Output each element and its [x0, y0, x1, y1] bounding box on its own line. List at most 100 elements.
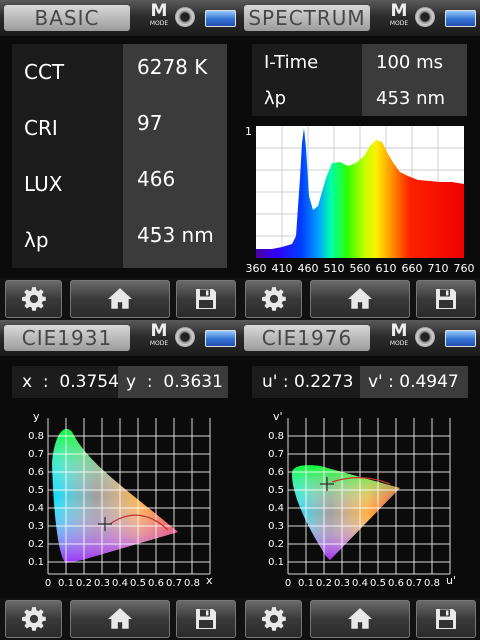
- x-ticks: 0 0.1 0.2 0.3 0.4 0.5 0.6 0.7 0.8: [285, 578, 440, 589]
- mode-button[interactable]: M MODE: [388, 322, 410, 352]
- y-tick: 0.5: [268, 485, 284, 496]
- home-button[interactable]: [70, 600, 170, 638]
- cie1976-panel: CIE1976 M MODE u' : 0.2273 v' : 0.4947 v…: [240, 320, 480, 640]
- y-axis-label: y: [33, 410, 40, 423]
- save-button[interactable]: [176, 280, 236, 318]
- itime-value-cell: 100 ms: [362, 44, 467, 80]
- x-tick: 0.2: [76, 578, 92, 589]
- x-tick: 0.6: [388, 578, 404, 589]
- x-tick: 0.8: [184, 578, 200, 589]
- peak-value-cell: 453 nm: [362, 80, 467, 116]
- panel-title[interactable]: BASIC: [4, 5, 130, 31]
- x-tick: 360: [246, 262, 267, 275]
- x-tick: 0: [45, 578, 51, 589]
- y-tick: 0.3: [268, 521, 284, 532]
- spectrum-chart: 1 360 410 460 510 560 610 660 710 760: [245, 125, 475, 275]
- x-tick: 0.1: [58, 578, 74, 589]
- lux-value: 466: [137, 167, 176, 191]
- x-tick: 0.3: [94, 578, 110, 589]
- y-tick: 0.4: [28, 503, 44, 514]
- battery-icon: [445, 330, 476, 347]
- x-tick: 0.7: [406, 578, 422, 589]
- mode-label: MODE: [389, 340, 409, 347]
- home-button[interactable]: [70, 280, 170, 318]
- home-icon: [347, 286, 373, 312]
- y-tick: 0.3: [28, 521, 44, 532]
- peak-label-cell: λp: [252, 80, 362, 116]
- x-tick: 460: [298, 262, 319, 275]
- x-ticks: 0 0.1 0.2 0.3 0.4 0.5 0.6 0.7 0.8: [45, 578, 200, 589]
- mode-letter: M: [150, 1, 168, 21]
- panel-title[interactable]: CIE1976: [244, 325, 370, 351]
- y-readout: y : 0.3631: [118, 366, 228, 398]
- mode-label: MODE: [149, 340, 169, 347]
- y-tick: 0.7: [28, 449, 44, 460]
- mode-button[interactable]: M MODE: [148, 2, 170, 32]
- peak-value: 453 nm: [376, 87, 446, 109]
- x-tick: 0.4: [352, 578, 368, 589]
- save-button[interactable]: [416, 280, 476, 318]
- battery-icon: [445, 10, 476, 27]
- y-tick: 0.7: [268, 449, 284, 460]
- x-tick: 660: [402, 262, 423, 275]
- peak-label: λp: [24, 228, 49, 252]
- spectrum-panel: SPECTRUM M MODE I-Time 100 ms λp 453 nm …: [240, 0, 480, 320]
- mode-button[interactable]: M MODE: [388, 2, 410, 32]
- cie1931-chart: y x 0.8 0.7 0.6 0.5 0.4 0.3 0.2 0.1 0 0.…: [28, 410, 213, 589]
- save-button[interactable]: [416, 600, 476, 638]
- peak-value: 453 nm: [137, 223, 214, 247]
- gamut-shading: [292, 465, 400, 560]
- settings-button[interactable]: [245, 280, 302, 318]
- lux-label: LUX: [24, 172, 63, 196]
- y-axis-label: v': [273, 410, 283, 423]
- sensor-icon: [415, 7, 435, 27]
- mode-label: MODE: [389, 20, 409, 27]
- peak-label: λp: [264, 87, 287, 109]
- home-button[interactable]: [310, 600, 410, 638]
- cie1976-chart: v' u' 0.8 0.7 0.6 0.5 0.4 0.3 0.2 0.1 0 …: [268, 410, 456, 589]
- home-button[interactable]: [310, 280, 410, 318]
- x-value: x : 0.3754: [22, 372, 119, 392]
- itime-label-cell: I-Time: [252, 44, 362, 80]
- lux-value-cell: 466: [123, 156, 227, 212]
- u-readout: u' : 0.2273: [252, 366, 360, 398]
- settings-button[interactable]: [5, 600, 62, 638]
- home-icon: [107, 286, 133, 312]
- gamut-shading: [52, 428, 178, 563]
- peak-value-cell: 453 nm: [123, 212, 227, 268]
- save-button[interactable]: [176, 600, 236, 638]
- sensor-icon: [175, 327, 195, 347]
- spectrum-y-tick: 1: [245, 125, 252, 138]
- mode-label: MODE: [149, 20, 169, 27]
- footer-toolbar: [240, 598, 480, 640]
- x-tick: 0.5: [130, 578, 146, 589]
- cri-value-cell: 97: [123, 100, 227, 156]
- mode-letter: M: [150, 321, 168, 341]
- panel-title[interactable]: SPECTRUM: [244, 5, 370, 31]
- panel-title[interactable]: CIE1931: [4, 325, 130, 351]
- floppy-disk-icon: [194, 287, 218, 311]
- y-tick: 0.1: [268, 557, 284, 568]
- x-axis-label: x: [206, 574, 213, 587]
- v-value: v' : 0.4947: [368, 372, 459, 392]
- battery-icon: [205, 10, 236, 27]
- settings-button[interactable]: [5, 280, 62, 318]
- x-tick: 0.6: [148, 578, 164, 589]
- mode-button[interactable]: M MODE: [148, 322, 170, 352]
- y-tick: 0.8: [268, 431, 284, 442]
- floppy-disk-icon: [194, 607, 218, 631]
- u-value: u' : 0.2273: [262, 372, 354, 392]
- lux-label-cell: LUX: [12, 156, 123, 212]
- cri-value: 97: [137, 111, 163, 135]
- footer-toolbar: [0, 278, 240, 320]
- x-tick: 710: [428, 262, 449, 275]
- settings-button[interactable]: [245, 600, 302, 638]
- header-bar: BASIC M MODE: [0, 0, 240, 36]
- gear-icon: [261, 286, 287, 312]
- spectrum-x-ticks: 360 410 460 510 560 610 660 710 760: [246, 262, 475, 275]
- cct-value: 6278 K: [137, 55, 208, 79]
- cct-label-cell: CCT: [12, 44, 123, 100]
- mode-letter: M: [390, 321, 408, 341]
- footer-toolbar: [0, 598, 240, 640]
- y-tick: 0.1: [28, 557, 44, 568]
